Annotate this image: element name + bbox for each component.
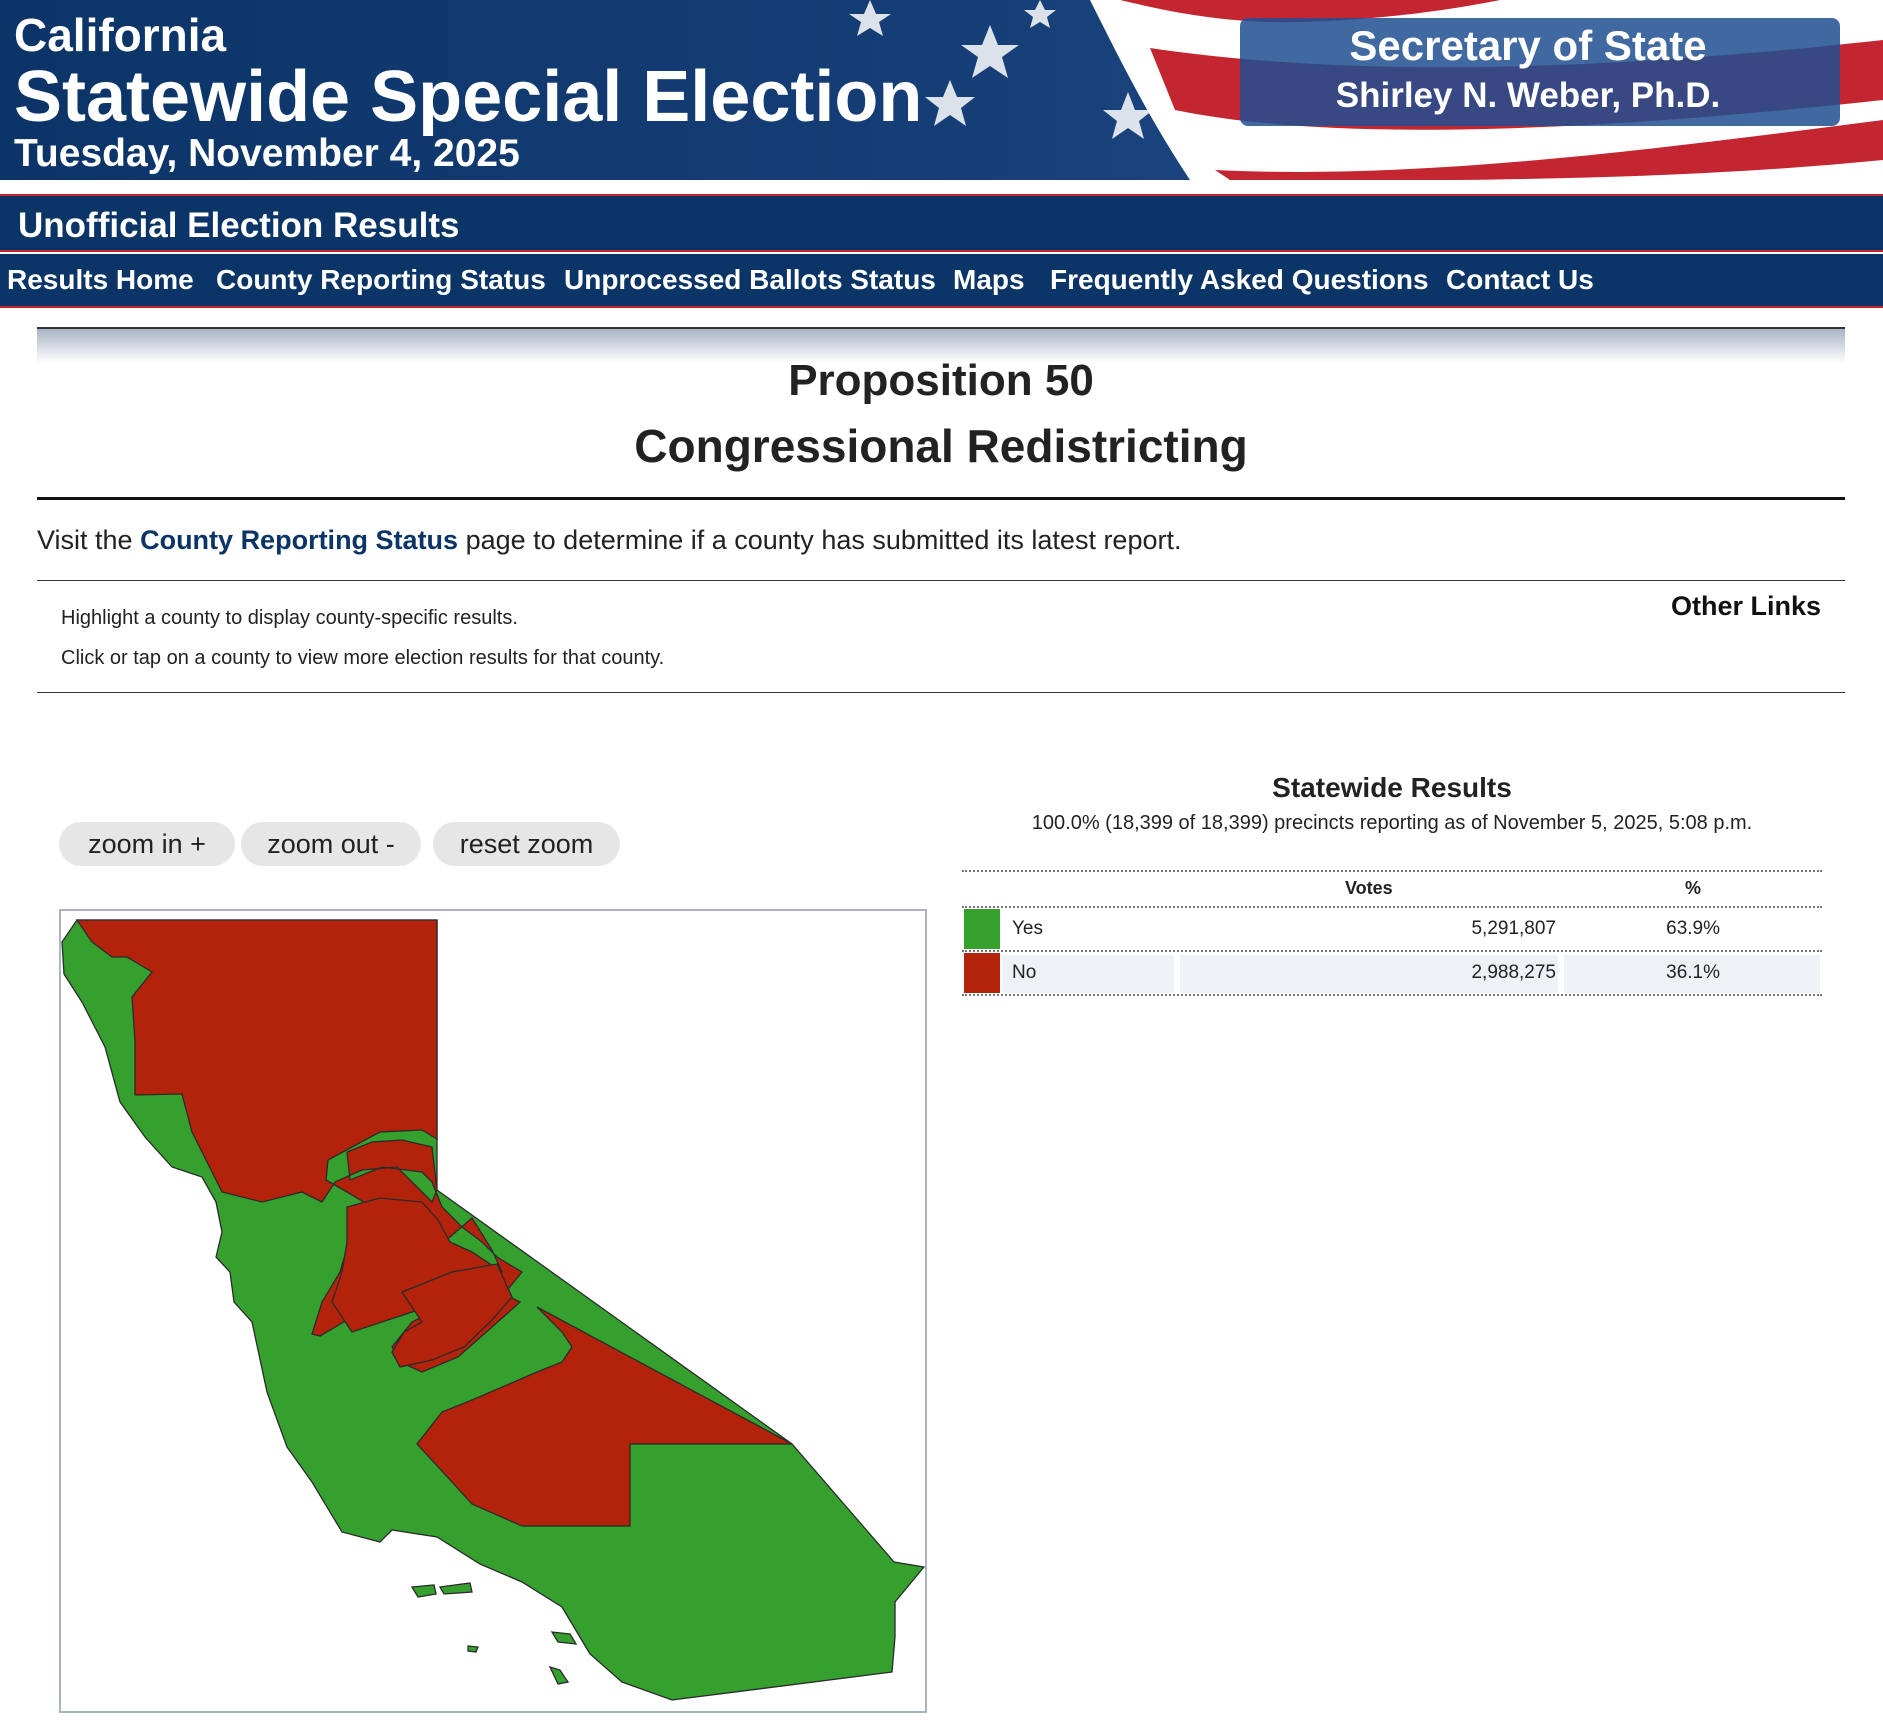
reset-zoom-button[interactable]: reset zoom	[433, 822, 620, 866]
divider	[37, 497, 1845, 500]
no-swatch	[964, 953, 1000, 993]
pct-header: %	[1685, 878, 1702, 898]
election-date: Tuesday, November 4, 2025	[14, 132, 520, 175]
other-links-toggle[interactable]: Other Links	[1671, 591, 1821, 622]
subtitle-bar: Unofficial Election Results	[0, 194, 1883, 252]
nav-unprocessed-ballots-status[interactable]: Unprocessed Ballots Status	[564, 264, 936, 296]
page-subtitle: Congressional Redistricting	[634, 420, 1248, 472]
island[interactable]	[410, 1584, 437, 1598]
statewide-results-title: Statewide Results	[1272, 772, 1512, 803]
instruction-click: Click or tap on a county to view more el…	[61, 647, 665, 669]
nav-county-reporting-status[interactable]: County Reporting Status	[216, 264, 546, 296]
site-subtitle: Unofficial Election Results	[18, 206, 460, 245]
nav-contact-us[interactable]: Contact Us	[1446, 264, 1594, 296]
visit-prefix: Visit the	[37, 525, 133, 555]
page-title: Proposition 50	[788, 356, 1094, 405]
zoom-out-button[interactable]: zoom out -	[241, 822, 421, 866]
county-map[interactable]	[59, 909, 927, 1713]
result-row-yes: Yes 5,291,807 63.9%	[962, 908, 1822, 952]
instruction-highlight: Highlight a county to display county-spe…	[61, 607, 518, 629]
election-title: Statewide Special Election	[14, 57, 923, 137]
island[interactable]	[548, 1665, 570, 1685]
california-map[interactable]	[61, 911, 925, 1711]
county-reporting-status-link[interactable]: County Reporting Status	[140, 525, 458, 555]
yes-swatch	[964, 909, 1000, 949]
state-name: California	[14, 9, 227, 61]
vote-count: 2,988,275	[1471, 962, 1556, 983]
results-header-row: Votes %	[962, 872, 1822, 908]
vote-count: 5,291,807	[1471, 918, 1556, 939]
island[interactable]	[467, 1645, 479, 1653]
zoom-in-button[interactable]: zoom in +	[59, 822, 235, 866]
header-banner: California Statewide Special Election Tu…	[0, 0, 1883, 180]
result-row-no: No 2,988,275 36.1%	[962, 952, 1822, 996]
vote-percent: 36.1%	[1666, 962, 1720, 983]
results-table: Votes % Yes 5,291,807 63.9% No 2,988,275…	[962, 870, 1822, 996]
nav-results-home[interactable]: Results Home	[7, 264, 194, 296]
sos-name: Shirley N. Weber, Ph.D.	[1335, 76, 1721, 115]
island[interactable]	[550, 1631, 578, 1645]
nav-faq[interactable]: Frequently Asked Questions	[1050, 264, 1429, 296]
visit-note: Visit the County Reporting Status page t…	[37, 525, 1181, 556]
visit-suffix: page to determine if a county has submit…	[465, 525, 1182, 555]
reporting-status: 100.0% (18,399 of 18,399) precincts repo…	[1031, 812, 1753, 834]
choice-label: Yes	[1012, 918, 1043, 939]
sos-title: Secretary of State	[1349, 22, 1707, 69]
vote-percent: 63.9%	[1666, 918, 1720, 939]
map-instructions: Highlight a county to display county-spe…	[37, 580, 1845, 693]
choice-label: No	[1012, 962, 1037, 983]
nav-maps[interactable]: Maps	[953, 264, 1025, 296]
main-nav: Results Home County Reporting Status Unp…	[0, 254, 1883, 308]
island[interactable]	[438, 1582, 473, 1595]
votes-header: Votes	[1345, 878, 1393, 898]
